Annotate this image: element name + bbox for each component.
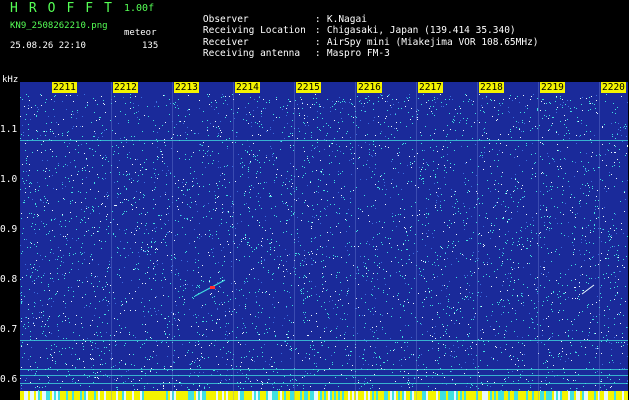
info-row-antenna: Receiving antenna: Maspro FM-3 bbox=[202, 48, 390, 59]
y-tick-label: 0.7 bbox=[0, 324, 18, 335]
y-tick-label: 1.1 bbox=[0, 124, 18, 135]
y-tick-label: 0.6 bbox=[0, 374, 18, 385]
spectrogram-panel: 2211 2212 2213 2214 2215 2216 2217 2218 … bbox=[20, 82, 628, 400]
app-name: HROFFT bbox=[10, 1, 123, 16]
observation-mode: meteor bbox=[124, 28, 157, 38]
x-time-label: 2216 bbox=[357, 82, 382, 93]
x-time-label: 2220 bbox=[601, 82, 626, 93]
x-time-label: 2215 bbox=[296, 82, 321, 93]
y-axis-unit: kHz bbox=[2, 75, 19, 85]
y-tick-label: 0.8 bbox=[0, 274, 18, 285]
x-time-label: 2218 bbox=[479, 82, 504, 93]
x-time-label: 2211 bbox=[52, 82, 77, 93]
x-time-label: 2214 bbox=[235, 82, 260, 93]
x-time-label: 2219 bbox=[540, 82, 565, 93]
x-time-label: 2213 bbox=[174, 82, 199, 93]
info-label: Receiving antenna bbox=[202, 48, 301, 59]
date-time: 25.08.26 22:10 bbox=[10, 41, 86, 51]
detection-count: 135 bbox=[142, 41, 159, 51]
file-name: KN9_2508262210.png bbox=[10, 21, 108, 31]
app-version: 1.00f bbox=[124, 3, 155, 14]
x-time-label: 2212 bbox=[113, 82, 138, 93]
x-time-label: 2217 bbox=[418, 82, 443, 93]
hrofft-window: HROFFT 1.00f KN9_2508262210.png meteor 2… bbox=[0, 0, 629, 400]
y-tick-label: 0.9 bbox=[0, 224, 18, 235]
info-value: Maspro FM-3 bbox=[326, 48, 390, 59]
y-tick-label: 1.0 bbox=[0, 174, 18, 185]
